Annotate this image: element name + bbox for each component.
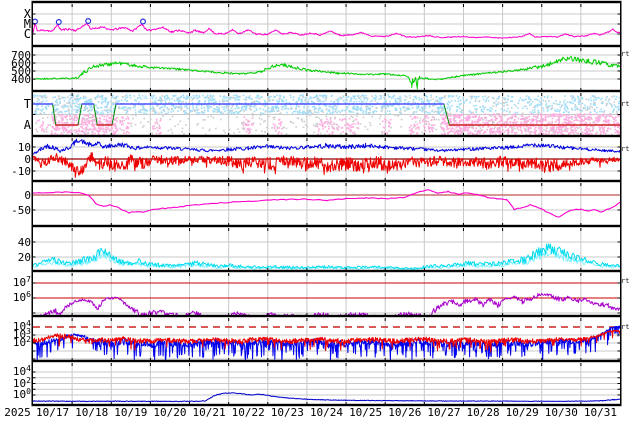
- x-tick-label: 10/19: [109, 407, 153, 419]
- y-tick-label: -50: [0, 205, 31, 216]
- lowE-trace: [33, 393, 620, 402]
- speed-trace: [33, 57, 620, 89]
- year-label: 2025: [1, 407, 34, 419]
- x-tick-label: 10/21: [187, 407, 231, 419]
- rt-label: rt: [621, 101, 629, 108]
- x-tick-label: 10/24: [305, 407, 349, 419]
- x-tick-label: 10/27: [422, 407, 466, 419]
- x-tick-label: 10/25: [344, 407, 388, 419]
- x-tick-label: 10/22: [226, 407, 270, 419]
- y-tick-label: 106: [0, 291, 31, 303]
- x-tick-label: 10/30: [539, 407, 583, 419]
- proton-flux-panel: [33, 318, 620, 361]
- solar-terrestrial-activity-chart: 2025 XMC700600500400rtTArt100-10rt0-5040…: [0, 0, 634, 424]
- rt-label: rt: [621, 278, 629, 285]
- rt-label: rt: [621, 146, 629, 153]
- y-tick-label: 10: [0, 142, 31, 153]
- low-energy-flux-panel: [33, 363, 620, 405]
- p_red-trace: [33, 330, 620, 352]
- y-tick-label: -10: [0, 166, 31, 177]
- y-tick-label: A: [0, 119, 31, 131]
- bz-trace: [33, 153, 620, 178]
- y-tick-label: T: [0, 98, 31, 110]
- y-tick-label: 0: [0, 154, 31, 165]
- y-tick-label: 40: [0, 237, 31, 248]
- y-tick-label: 0: [0, 190, 31, 201]
- dst-panel: [33, 183, 620, 226]
- density-panel: [33, 228, 620, 271]
- flare-marker: [86, 19, 91, 24]
- solar-wind-speed-panel: [33, 48, 620, 91]
- rt-label: rt: [621, 324, 629, 331]
- dst-trace: [33, 190, 620, 217]
- chart-canvas: [0, 0, 634, 424]
- x-tick-label: 10/18: [70, 407, 114, 419]
- xray-trace: [33, 23, 620, 38]
- y-tick-label: 102: [0, 336, 31, 348]
- x-tick-label: 10/31: [578, 407, 622, 419]
- electron-flux-panel: [33, 273, 620, 321]
- x-tick-label: 10/23: [265, 407, 309, 419]
- x-tick-label: 10/20: [148, 407, 192, 419]
- rt-label: rt: [621, 51, 629, 58]
- y-tick-label: 100: [0, 388, 31, 400]
- x-tick-label: 10/29: [500, 407, 544, 419]
- imf-polarity-panel: [33, 93, 622, 136]
- xray-flux-panel: [33, 4, 620, 46]
- x-tick-label: 10/17: [31, 407, 75, 419]
- y-tick-label: 400: [0, 74, 31, 85]
- imf-bz-panel: [33, 138, 620, 181]
- x-tick-label: 10/28: [461, 407, 505, 419]
- y-tick-label: C: [0, 28, 31, 40]
- y-tick-label: 20: [0, 252, 31, 263]
- x-tick-label: 10/26: [383, 407, 427, 419]
- flare-marker: [141, 19, 146, 24]
- y-tick-label: 107: [0, 276, 31, 288]
